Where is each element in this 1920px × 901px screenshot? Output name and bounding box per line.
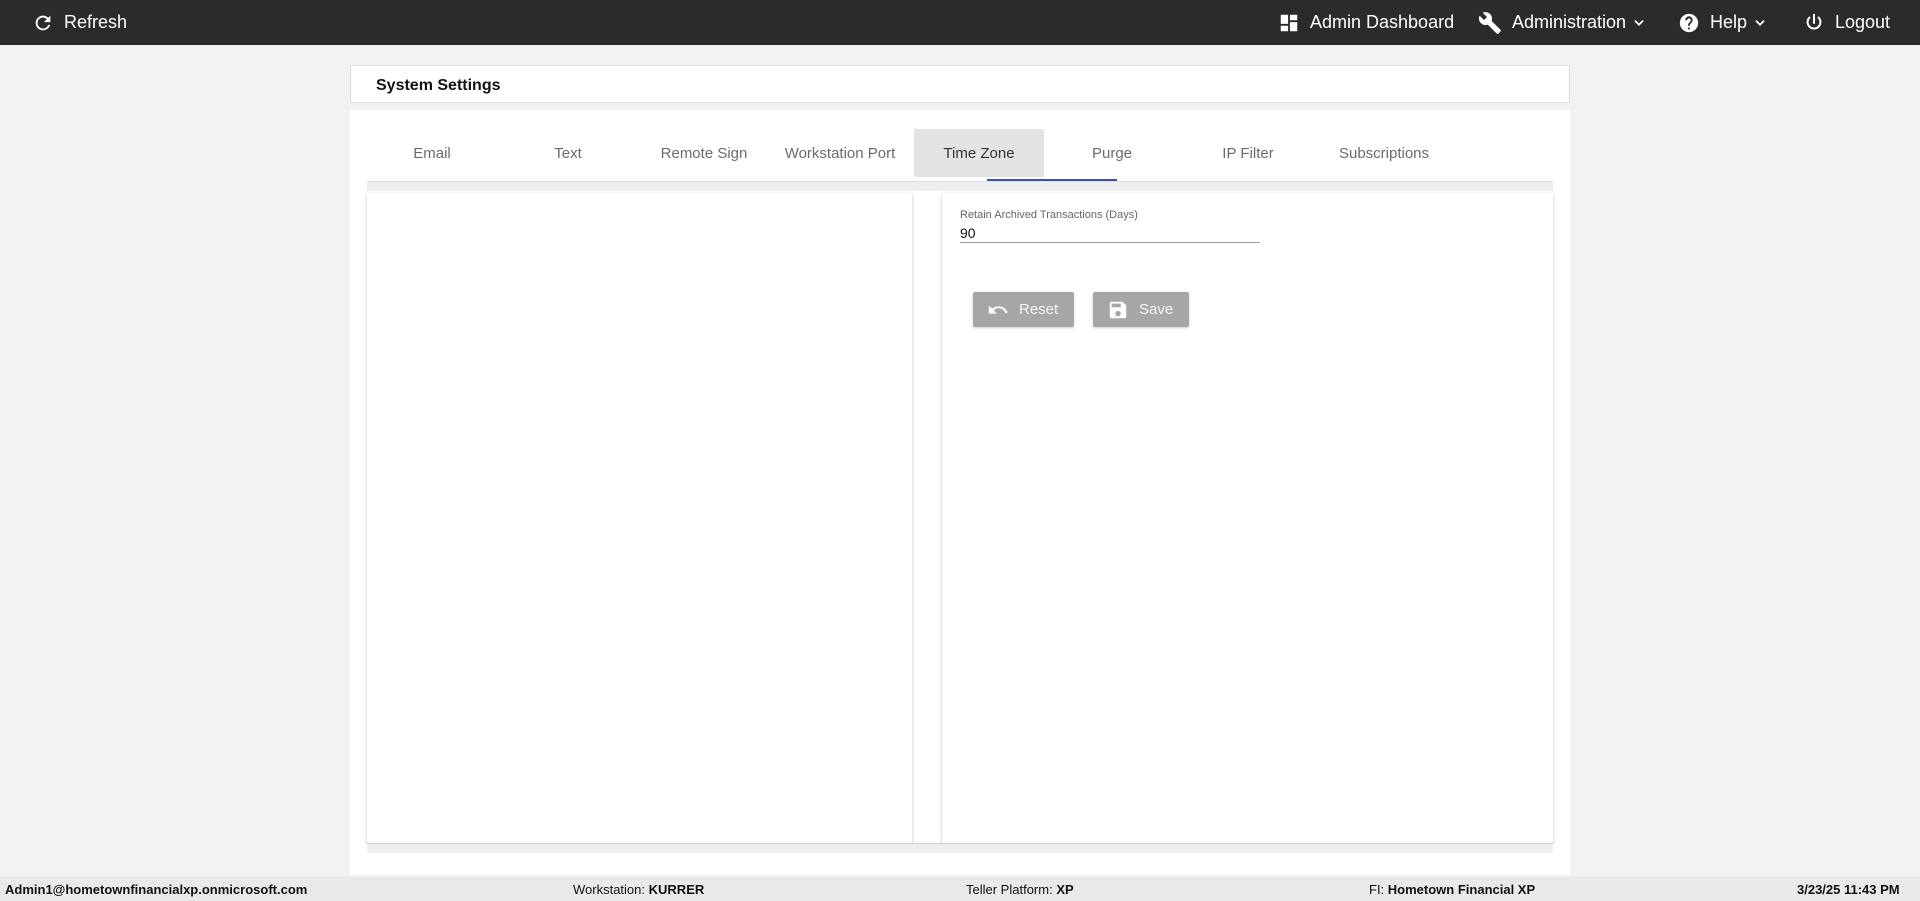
refresh-button[interactable]: Refresh: [32, 0, 127, 45]
admin-dashboard-button[interactable]: Admin Dashboard: [1278, 0, 1454, 45]
tab-strip: Email Text Remote Sign Workstation Port …: [367, 129, 1553, 182]
tab-remote-sign[interactable]: Remote Sign: [639, 129, 769, 177]
tab-subscriptions[interactable]: Subscriptions: [1319, 129, 1449, 177]
power-icon: [1803, 12, 1825, 34]
page-title-card: System Settings: [350, 65, 1570, 103]
logout-button[interactable]: Logout: [1803, 0, 1890, 45]
tab-ip-filter[interactable]: IP Filter: [1183, 129, 1313, 177]
purge-settings-panel: Retain Archived Transactions (Days) Rese…: [942, 193, 1553, 843]
wrench-icon: [1478, 11, 1502, 35]
tab-purge[interactable]: Purge: [1047, 129, 1177, 177]
refresh-label: Refresh: [64, 12, 128, 32]
save-icon: [1107, 299, 1139, 321]
undo-icon: [987, 299, 1019, 321]
status-bar: Admin1@hometownfinancialxp.onmicrosoft.c…: [0, 877, 1920, 901]
retain-archived-input[interactable]: [960, 223, 1260, 243]
top-nav-bar: Refresh Admin Dashboard Administration H…: [0, 0, 1920, 45]
save-button[interactable]: Save: [1093, 292, 1189, 327]
tab-workstation-port[interactable]: Workstation Port: [775, 129, 905, 177]
tab-time-zone[interactable]: Time Zone: [914, 129, 1044, 177]
dashboard-icon: [1278, 12, 1300, 34]
fi-label: FI:: [1369, 882, 1385, 897]
status-user: Admin1@hometownfinancialxp.onmicrosoft.c…: [5, 882, 308, 897]
chevron-down-icon: [1632, 16, 1646, 30]
status-workstation: Workstation: KURRER: [573, 882, 704, 897]
tab-header-band: [367, 182, 1553, 191]
refresh-icon: [32, 12, 54, 34]
tab-email[interactable]: Email: [367, 129, 497, 177]
reset-button[interactable]: Reset: [973, 292, 1074, 327]
status-teller-platform: Teller Platform: XP: [966, 882, 1074, 897]
fi-value: Hometown Financial XP: [1387, 882, 1536, 897]
settings-card: Email Text Remote Sign Workstation Port …: [350, 110, 1570, 875]
logout-label: Logout: [1835, 12, 1891, 32]
administration-label: Administration: [1512, 12, 1627, 32]
reset-label: Reset: [1019, 301, 1059, 318]
status-fi: FI: Hometown Financial XP: [1369, 882, 1535, 897]
left-panel: [367, 193, 912, 843]
workstation-label: Workstation:: [573, 882, 646, 897]
help-menu[interactable]: Help: [1678, 0, 1767, 45]
help-circle-icon: [1678, 12, 1700, 34]
platform-value: XP: [1056, 882, 1074, 897]
workstation-value: KURRER: [648, 882, 705, 897]
platform-label: Teller Platform:: [966, 882, 1053, 897]
tab-text[interactable]: Text: [503, 129, 633, 177]
card-bottom-divider: [367, 843, 1553, 853]
help-label: Help: [1710, 12, 1748, 32]
tab-active-indicator: [987, 179, 1117, 181]
chevron-down-icon: [1753, 16, 1767, 30]
admin-dashboard-label: Admin Dashboard: [1310, 12, 1455, 32]
retain-archived-label: Retain Archived Transactions (Days): [960, 209, 1138, 221]
save-label: Save: [1139, 301, 1174, 318]
status-datetime: 3/23/25 11:43 PM: [1797, 882, 1900, 897]
page-title: System Settings: [376, 77, 501, 94]
administration-menu[interactable]: Administration: [1478, 0, 1646, 45]
